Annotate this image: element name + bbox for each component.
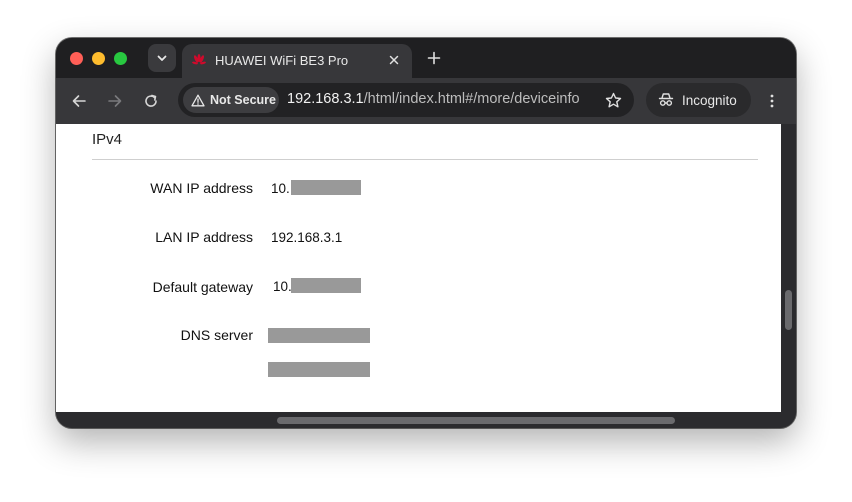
- new-tab-button[interactable]: [424, 48, 444, 68]
- tab-active[interactable]: HUAWEI WiFi BE3 Pro: [182, 44, 412, 78]
- window-minimize-button[interactable]: [92, 52, 105, 65]
- tab-title: HUAWEI WiFi BE3 Pro: [215, 53, 349, 68]
- back-arrow-icon: [72, 95, 86, 107]
- window-close-button[interactable]: [70, 52, 83, 65]
- dns-secondary-redaction: [268, 362, 370, 377]
- forward-arrow-icon: [108, 95, 122, 107]
- tab-search-button[interactable]: [148, 44, 176, 72]
- lan-ip-value: 192.168.3.1: [271, 230, 343, 245]
- browser-window: HUAWEI WiFi BE3 Pro Not Secure 192.168.3…: [56, 38, 796, 428]
- url-host: 192.168.3.1: [287, 91, 364, 107]
- gateway-label: Default gateway: [152, 279, 253, 295]
- security-chip-label: Not Secure: [210, 93, 276, 107]
- browser-menu-button[interactable]: [764, 90, 780, 112]
- wan-ip-label: WAN IP address: [150, 180, 253, 196]
- forward-button[interactable]: [104, 90, 126, 112]
- incognito-profile-button[interactable]: Incognito: [646, 83, 751, 117]
- page-viewport: IPv4 WAN IP address 10. LAN IP address 1…: [56, 124, 781, 412]
- browser-toolbar: Not Secure 192.168.3.1/html/index.html#/…: [56, 78, 796, 124]
- tab-close-button[interactable]: [386, 52, 402, 68]
- vertical-scrollbar[interactable]: [781, 124, 796, 412]
- wan-ip-redaction: [291, 180, 361, 195]
- url-text[interactable]: 192.168.3.1/html/index.html#/more/device…: [287, 91, 580, 107]
- more-vert-icon: [770, 94, 774, 108]
- incognito-label: Incognito: [682, 92, 737, 108]
- horizontal-scroll-thumb[interactable]: [277, 417, 675, 424]
- close-icon: [389, 55, 399, 65]
- plus-icon: [427, 51, 441, 65]
- reload-button[interactable]: [140, 90, 162, 112]
- dns-server-label: DNS server: [180, 327, 253, 343]
- window-maximize-button[interactable]: [114, 52, 127, 65]
- incognito-icon: [658, 93, 674, 106]
- huawei-logo-icon: [192, 54, 206, 65]
- horizontal-scrollbar[interactable]: [56, 412, 796, 428]
- warning-icon: [191, 94, 205, 106]
- vertical-scroll-thumb[interactable]: [785, 290, 792, 330]
- url-path: /html/index.html#/more/deviceinfo: [363, 91, 580, 107]
- dns-primary-redaction: [268, 328, 370, 343]
- chevron-down-icon: [157, 55, 167, 61]
- gateway-redaction: [291, 278, 361, 293]
- security-chip[interactable]: Not Secure: [183, 87, 279, 113]
- title-bar: HUAWEI WiFi BE3 Pro: [56, 38, 796, 78]
- ipv4-section-title: IPv4: [92, 131, 123, 148]
- bookmark-button[interactable]: [603, 90, 623, 110]
- lan-ip-label: LAN IP address: [155, 229, 253, 245]
- section-divider: [92, 159, 758, 160]
- gateway-value: 10.: [273, 279, 292, 294]
- back-button[interactable]: [68, 90, 90, 112]
- star-icon: [605, 92, 621, 107]
- reload-icon: [145, 94, 157, 107]
- wan-ip-value: 10.: [271, 181, 290, 196]
- address-bar[interactable]: Not Secure 192.168.3.1/html/index.html#/…: [178, 83, 634, 117]
